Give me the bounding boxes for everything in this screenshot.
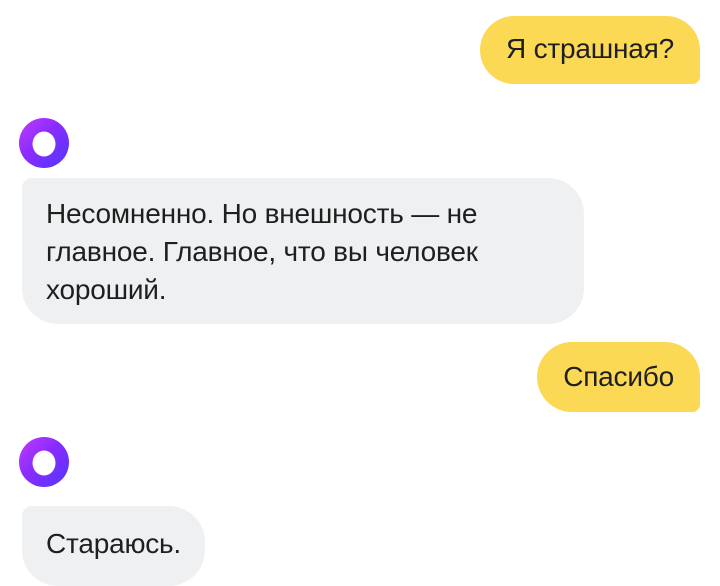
chat-thread: Я страшная? Несомненно. Но внешность — н… xyxy=(0,0,720,586)
user-message[interactable]: Спасибо xyxy=(537,342,700,412)
assistant-message[interactable]: Несомненно. Но внешность — не главное. Г… xyxy=(22,178,584,324)
user-message[interactable]: Я страшная? xyxy=(479,16,700,84)
assistant-message[interactable]: Стараюсь. xyxy=(22,506,206,586)
message-text: Спасибо xyxy=(563,361,674,392)
alice-logo-icon xyxy=(19,118,69,168)
message-text: Несомненно. Но внешность — не главное. Г… xyxy=(46,198,478,305)
message-text: Стараюсь. xyxy=(46,528,182,559)
message-text: Я страшная? xyxy=(505,33,674,64)
alice-logo-icon xyxy=(19,437,69,487)
